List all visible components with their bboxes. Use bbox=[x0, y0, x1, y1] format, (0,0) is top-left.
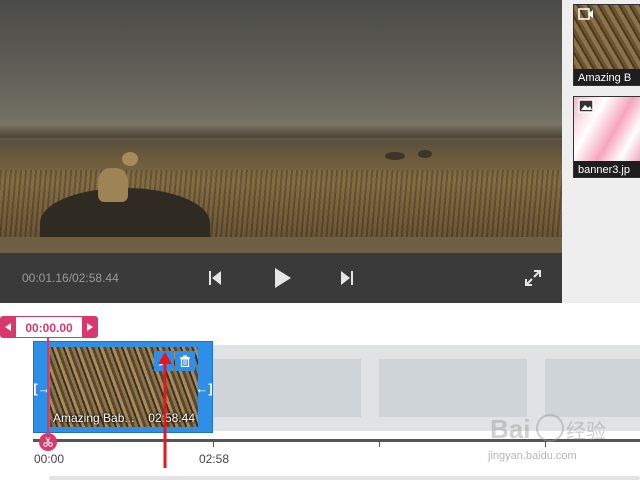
media-item-name: Amazing B bbox=[574, 69, 640, 85]
video-camera-icon bbox=[578, 8, 593, 20]
watermark-site: jingyan.baidu.com bbox=[488, 450, 577, 462]
clip-trim-end-handle[interactable]: ←] bbox=[195, 342, 212, 434]
playhead-step-forward-button[interactable] bbox=[82, 316, 98, 338]
media-item-image[interactable]: banner3.jp bbox=[573, 96, 640, 178]
horizon-shade bbox=[0, 124, 562, 138]
skip-back-icon bbox=[209, 271, 221, 285]
playhead-line[interactable] bbox=[47, 338, 49, 438]
annotation-arrow bbox=[158, 352, 172, 468]
watermark: Bai 经验 jingyan.baidu.com bbox=[488, 408, 618, 472]
svg-text:Bai: Bai bbox=[490, 414, 530, 444]
player-controls: 00:01.16/02:58.44 bbox=[0, 253, 562, 303]
caret-right-icon bbox=[87, 323, 93, 331]
timeline-scrollbar[interactable] bbox=[49, 476, 640, 480]
timeline-clip[interactable]: [→ Amazing Bab... 02:58.44 ←] bbox=[33, 341, 213, 433]
fullscreen-icon bbox=[525, 270, 541, 286]
acacia-tree bbox=[418, 150, 432, 158]
play-button[interactable] bbox=[268, 263, 298, 293]
ruler-label-end: 02:58 bbox=[199, 452, 230, 466]
preview-bottom-band bbox=[0, 237, 562, 253]
scissors-icon bbox=[43, 437, 53, 447]
time-readout: 00:01.16/02:58.44 bbox=[22, 271, 119, 285]
empty-track-slot bbox=[213, 359, 361, 417]
skip-forward-icon bbox=[341, 271, 353, 285]
media-library: Amazing B banner3.jp bbox=[562, 0, 640, 303]
trash-icon bbox=[180, 355, 190, 367]
video-editor-window: 00:01.16/02:58.44 Amazing B banner3.jp 0… bbox=[0, 0, 640, 480]
fullscreen-button[interactable] bbox=[520, 265, 546, 291]
baidu-jingyan-logo: Bai 经验 bbox=[490, 414, 606, 444]
media-item-name: banner3.jp bbox=[574, 161, 640, 177]
ruler-tick bbox=[213, 439, 214, 447]
play-icon bbox=[275, 268, 291, 288]
clip-title: Amazing Bab... bbox=[53, 411, 135, 425]
svg-text:经验: 经验 bbox=[566, 419, 606, 443]
playhead-time-value[interactable]: 00:00.00 bbox=[16, 316, 82, 338]
cheetah-body bbox=[98, 168, 128, 202]
media-item-video[interactable]: Amazing B bbox=[573, 4, 640, 86]
next-button[interactable] bbox=[334, 265, 360, 291]
split-clip-button[interactable] bbox=[39, 433, 57, 451]
video-preview bbox=[0, 0, 562, 253]
ruler-label-start: 00:00 bbox=[34, 452, 65, 466]
previous-button[interactable] bbox=[202, 265, 228, 291]
cheetah-head bbox=[122, 152, 138, 166]
acacia-tree bbox=[385, 152, 405, 160]
playhead-step-back-button[interactable] bbox=[0, 316, 16, 338]
caret-left-icon bbox=[5, 323, 11, 331]
ruler-tick bbox=[379, 439, 380, 447]
playhead-time-control: 00:00.00 bbox=[0, 316, 98, 338]
image-icon bbox=[578, 99, 594, 113]
